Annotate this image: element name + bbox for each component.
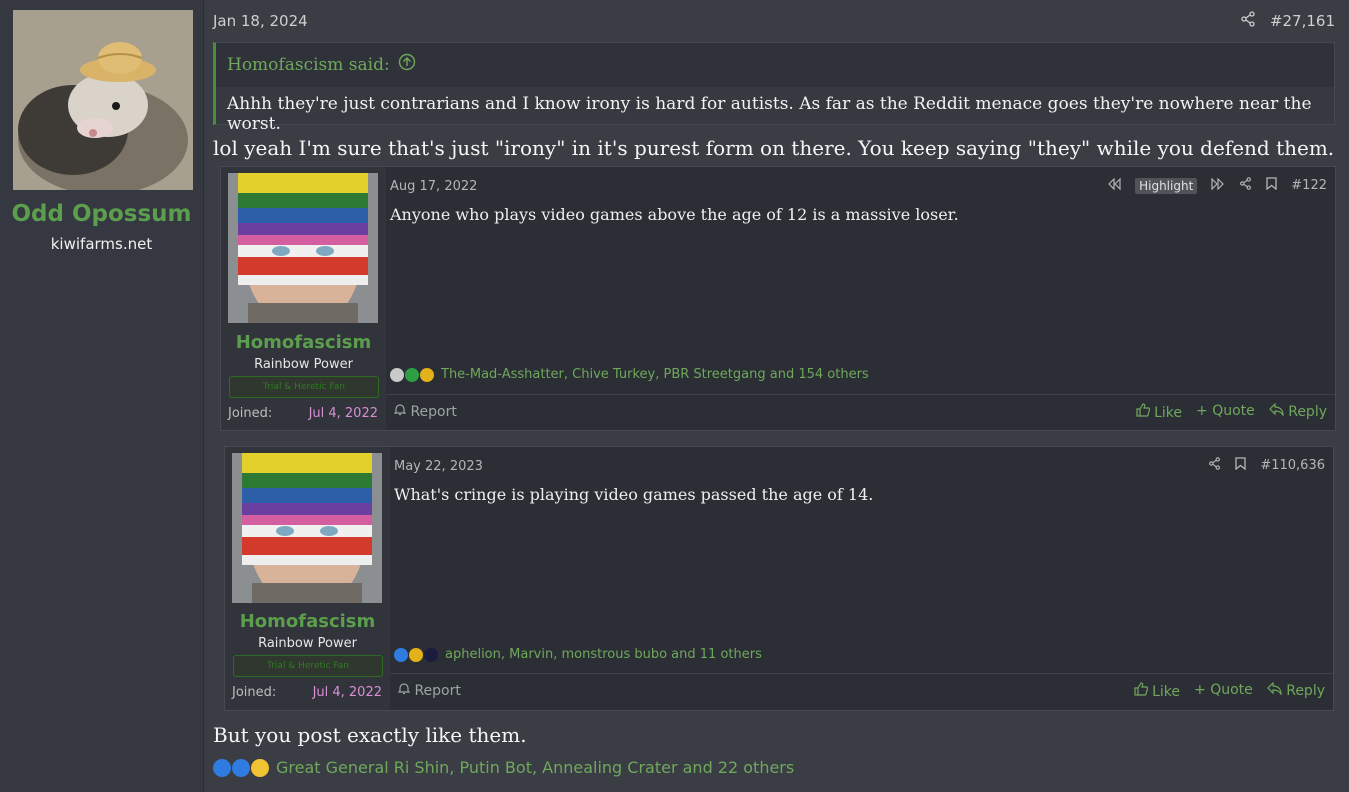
info-icon: [232, 758, 250, 777]
like-button[interactable]: Like: [1134, 682, 1180, 700]
joined-date: Jul 4, 2022: [312, 685, 382, 700]
embed-joined: Joined: Jul 4, 2022: [232, 685, 382, 700]
post-reactions[interactable]: Great General Ri Shin, Putin Bot, Anneal…: [213, 758, 794, 777]
reaction-icons: [213, 758, 270, 777]
embed-header-actions: #110,636: [1208, 457, 1325, 474]
share-icon[interactable]: [1239, 177, 1252, 194]
reply-button[interactable]: Reply: [1266, 681, 1325, 700]
embed-user-sidebar: Homofascism Rainbow Power Trial & Hereti…: [225, 447, 390, 710]
reactions-text[interactable]: Great General Ri Shin, Putin Bot, Anneal…: [276, 758, 794, 777]
reply-label: Reply: [1286, 683, 1325, 699]
joined-label: Joined:: [232, 685, 277, 700]
bell-icon: [393, 404, 410, 420]
thumbs-up-reaction-icon: [394, 647, 408, 662]
embed-footer-actions: Like + Quote Reply: [1136, 402, 1327, 421]
reply-button[interactable]: Reply: [1268, 402, 1327, 421]
post-number[interactable]: #122: [1291, 178, 1327, 193]
avatar[interactable]: [13, 10, 193, 190]
medal-icon: [409, 647, 423, 662]
reaction-icons: [390, 367, 435, 382]
embed-user-sidebar: Homofascism Rainbow Power Trial & Hereti…: [221, 167, 386, 430]
reaction-icons: [394, 647, 439, 662]
bookmark-icon[interactable]: [1266, 177, 1277, 194]
embed-reactions[interactable]: aphelion, Marvin, monstrous bubo and 11 …: [394, 647, 762, 662]
medal-icon: [420, 367, 434, 382]
thinking-face-icon: [251, 758, 269, 777]
embed-reactions[interactable]: The-Mad-Asshatter, Chive Turkey, PBR Str…: [390, 367, 869, 382]
rewind-icon[interactable]: [1107, 177, 1121, 194]
embed-text: What's cringe is playing video games pas…: [394, 485, 874, 504]
embed-user-title: Rainbow Power: [254, 357, 353, 372]
joined-label: Joined:: [228, 406, 273, 421]
post-author-name[interactable]: Odd Opossum: [0, 201, 203, 227]
avatar[interactable]: [228, 173, 378, 323]
embed-header-actions: Highlight #122: [1107, 177, 1327, 194]
share-icon[interactable]: [1240, 11, 1256, 31]
post-message: lol yeah I'm sure that's just "irony" in…: [213, 136, 1335, 160]
embed-text: Anyone who plays video games above the a…: [390, 205, 959, 224]
like-label: Like: [1154, 405, 1183, 421]
like-label: Like: [1152, 684, 1181, 700]
quote-button[interactable]: + Quote: [1194, 682, 1253, 700]
share-icon[interactable]: [1208, 457, 1221, 474]
thumbs-up-reaction-icon: [213, 758, 231, 777]
embed-joined: Joined: Jul 4, 2022: [228, 406, 378, 421]
quote-text: Ahhh they're just contrarians and I know…: [216, 87, 1334, 134]
quote-block: Homofascism said: Ahhh they're just cont…: [213, 42, 1335, 134]
report-button[interactable]: Report: [393, 403, 457, 420]
highlight-button[interactable]: Highlight: [1135, 177, 1198, 194]
embedded-post: Homofascism Rainbow Power Trial & Hereti…: [220, 166, 1336, 431]
quote-author[interactable]: Homofascism said:: [227, 55, 390, 75]
arrow-up-circle-icon[interactable]: [398, 53, 416, 76]
embed-user-banner: Trial & Heretic Fan: [229, 376, 379, 398]
post-sidebar: Odd Opossum kiwifarms.net: [0, 0, 204, 792]
bookmark-icon[interactable]: [1235, 457, 1246, 474]
post-header-actions: #27,161: [1240, 11, 1335, 31]
reply-label: Reply: [1288, 404, 1327, 420]
reaction-icon: [390, 367, 404, 382]
reactions-text[interactable]: aphelion, Marvin, monstrous bubo and 11 …: [445, 647, 762, 662]
report-button[interactable]: Report: [397, 682, 461, 699]
embed-footer-actions: Like + Quote Reply: [1134, 681, 1325, 700]
embed-date[interactable]: Aug 17, 2022: [390, 179, 477, 194]
quote-header[interactable]: Homofascism said:: [227, 53, 416, 76]
quote-button[interactable]: + Quote: [1196, 403, 1255, 421]
embed-footer: Report Like + Quote Reply: [386, 394, 1335, 431]
report-label: Report: [414, 683, 461, 699]
reactions-text[interactable]: The-Mad-Asshatter, Chive Turkey, PBR Str…: [441, 367, 869, 382]
reply-icon: [1266, 681, 1286, 699]
forum-post: Odd Opossum kiwifarms.net Jan 18, 2024 #…: [0, 0, 1349, 792]
top-hat-icon: [424, 647, 438, 662]
post-date[interactable]: Jan 18, 2024: [213, 12, 308, 30]
embed-footer: Report Like + Quote Reply: [390, 673, 1333, 710]
bell-icon: [397, 683, 414, 699]
reply-icon: [1268, 402, 1288, 420]
joined-date: Jul 4, 2022: [308, 406, 378, 421]
embed-user-name[interactable]: Homofascism: [221, 332, 386, 353]
embedded-post: Homofascism Rainbow Power Trial & Hereti…: [224, 446, 1334, 711]
embed-main: Aug 17, 2022 Highlight #122 Anyone who p…: [386, 167, 1335, 430]
thumbs-up-icon: [1134, 682, 1152, 700]
embed-main: May 22, 2023 #110,636 What's cringe is p…: [390, 447, 1333, 710]
embed-user-banner: Trial & Heretic Fan: [233, 655, 383, 677]
post-message-bottom: But you post exactly like them.: [213, 723, 527, 747]
avatar[interactable]: [232, 453, 382, 603]
thumbs-up-icon: [1136, 403, 1154, 421]
post-author-site: kiwifarms.net: [50, 235, 153, 253]
embed-user-name[interactable]: Homofascism: [225, 611, 390, 632]
fast-forward-icon[interactable]: [1211, 177, 1225, 194]
report-label: Report: [410, 404, 457, 420]
post-number[interactable]: #110,636: [1260, 458, 1325, 473]
check-icon: [405, 367, 419, 382]
embed-user-title: Rainbow Power: [258, 636, 357, 651]
like-button[interactable]: Like: [1136, 403, 1182, 421]
embed-date[interactable]: May 22, 2023: [394, 459, 483, 474]
post-number[interactable]: #27,161: [1270, 12, 1335, 30]
